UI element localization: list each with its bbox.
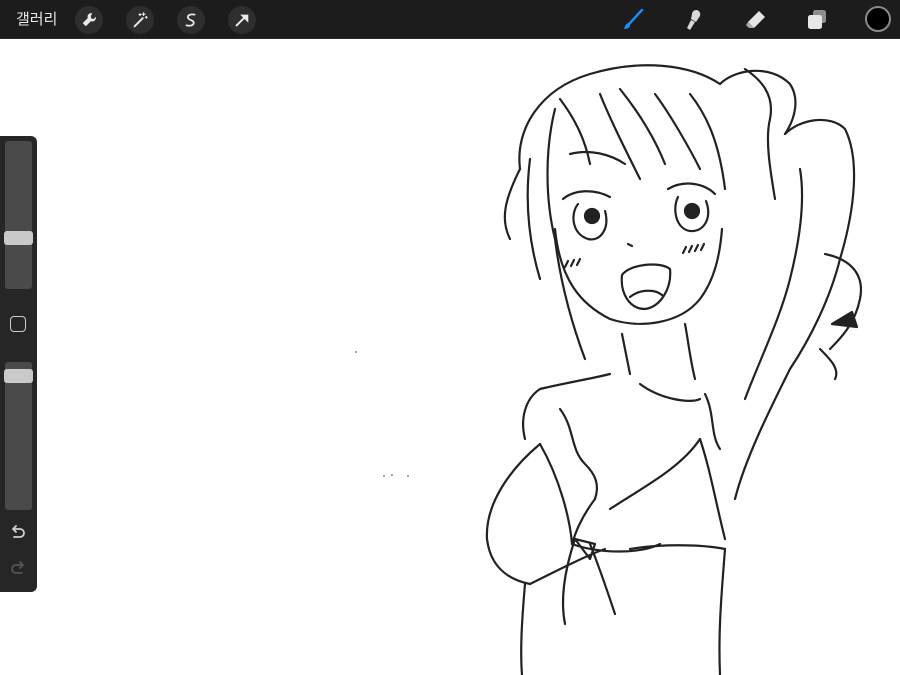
top-toolbar: 갤러리 <box>0 0 900 39</box>
eraser-icon[interactable] <box>740 5 770 35</box>
brush-icon[interactable] <box>618 5 648 35</box>
opacity-thumb[interactable] <box>4 368 33 383</box>
redo-icon[interactable] <box>8 559 28 579</box>
brush-size-thumb[interactable] <box>4 230 33 245</box>
sketch-drawing <box>355 64 863 675</box>
gallery-button[interactable]: 갤러리 <box>16 9 57 29</box>
wrench-icon[interactable] <box>75 6 103 34</box>
transform-arrow-icon[interactable] <box>228 6 256 34</box>
modify-button[interactable] <box>10 316 26 332</box>
layers-icon[interactable] <box>802 5 832 35</box>
opacity-slider[interactable] <box>5 362 32 510</box>
selection-icon[interactable] <box>177 6 205 34</box>
left-sidebar <box>0 136 37 592</box>
undo-icon[interactable] <box>8 523 28 543</box>
magic-wand-icon[interactable] <box>126 6 154 34</box>
drawing-canvas[interactable] <box>0 39 900 675</box>
smudge-icon[interactable] <box>679 5 709 35</box>
color-picker[interactable] <box>865 6 891 32</box>
brush-size-slider[interactable] <box>5 141 32 289</box>
